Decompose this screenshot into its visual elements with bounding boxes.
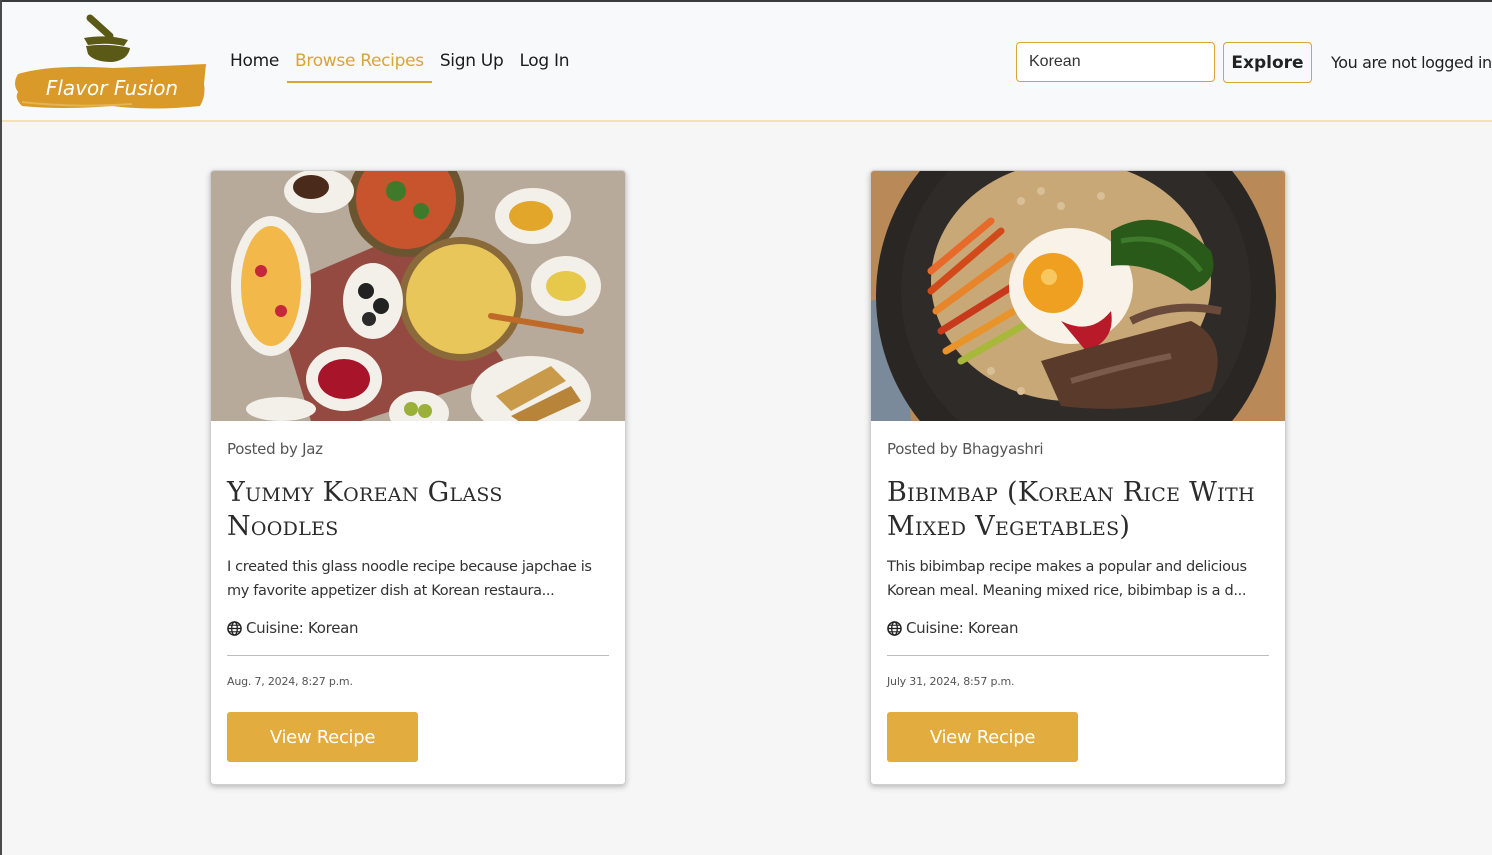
recipe-date: Aug. 7, 2024, 8:27 p.m. [227, 675, 353, 688]
recipe-image[interactable] [211, 171, 625, 421]
recipe-cuisine-label: Cuisine: Korean [906, 619, 1019, 637]
brand-logo[interactable]: Flavor Fusion [12, 14, 207, 112]
card-divider [887, 655, 1269, 656]
recipe-date: July 31, 2024, 8:57 p.m. [887, 675, 1015, 688]
login-status: You are not logged in [1331, 53, 1492, 72]
recipe-title[interactable]: Bibimbap (Korean Rice With Mixed Vegetab… [887, 476, 1269, 544]
recipe-cuisine-label: Cuisine: Korean [246, 619, 359, 637]
brand-name: Flavor Fusion [46, 76, 178, 100]
recipe-cuisine: Cuisine: Korean [887, 619, 1269, 637]
recipe-card: Posted by Bhagyashri Bibimbap (Korean Ri… [870, 170, 1286, 785]
recipe-cuisine: Cuisine: Korean [227, 619, 609, 637]
recipe-card: Posted by Jaz Yummy Korean Glass Noodles… [210, 170, 626, 785]
mortar-pestle-icon [84, 14, 130, 62]
view-recipe-button[interactable]: View Recipe [887, 712, 1078, 762]
card-divider [227, 655, 609, 656]
recipe-excerpt: I created this glass noodle recipe becau… [227, 559, 592, 599]
globe-icon [887, 620, 902, 636]
recipe-excerpt: This bibimbap recipe makes a popular and… [887, 559, 1247, 599]
recipe-author: Posted by Jaz [227, 440, 323, 458]
nav-log-in[interactable]: Log In [511, 48, 577, 83]
recipe-card-body: Posted by Jaz Yummy Korean Glass Noodles… [227, 421, 609, 762]
nav-sign-up[interactable]: Sign Up [432, 48, 512, 83]
main-nav: Home Browse Recipes Sign Up Log In [230, 48, 577, 83]
explore-button[interactable]: Explore [1223, 42, 1312, 83]
recipe-image[interactable] [871, 171, 1285, 421]
view-recipe-button[interactable]: View Recipe [227, 712, 418, 762]
nav-home[interactable]: Home [230, 48, 287, 83]
navbar: Flavor Fusion Home Browse Recipes Sign U… [2, 2, 1492, 122]
globe-icon [227, 620, 242, 636]
window-frame-left [0, 0, 2, 855]
recipe-author: Posted by Bhagyashri [887, 440, 1044, 458]
nav-browse-recipes[interactable]: Browse Recipes [287, 48, 432, 83]
search-input[interactable] [1016, 42, 1215, 82]
recipe-card-body: Posted by Bhagyashri Bibimbap (Korean Ri… [887, 421, 1269, 762]
recipe-title[interactable]: Yummy Korean Glass Noodles [227, 476, 609, 544]
